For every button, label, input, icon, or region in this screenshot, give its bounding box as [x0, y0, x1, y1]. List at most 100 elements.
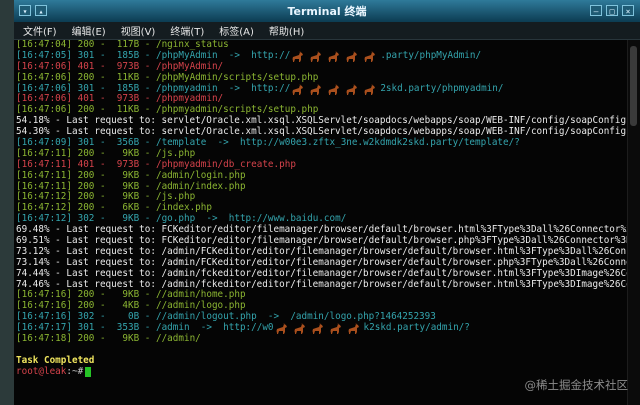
horse-emoji-icon: [326, 83, 341, 96]
log-timestamp: [16:47:12]: [16, 202, 72, 214]
log-timestamp: [16:47:12]: [16, 191, 72, 203]
log-timestamp: [16:47:06]: [16, 71, 72, 83]
menu-edit[interactable]: 编辑(E): [72, 23, 106, 38]
log-timestamp: [16:47:12]: [16, 213, 72, 225]
status-code: 200: [77, 191, 95, 203]
scrollbar-thumb[interactable]: [630, 46, 637, 126]
maximize-icon[interactable]: □: [606, 5, 618, 16]
separator: -: [139, 213, 156, 225]
separator: -: [139, 191, 156, 203]
terminal-output[interactable]: [16:47:04] 200 - 117B - /nginx_status [16…: [16, 40, 628, 405]
redirect-target-tail: k2skd.party/admin/?: [363, 322, 470, 334]
request-path: /admin/index.php: [155, 180, 246, 192]
log-timestamp: [16:47:11]: [16, 147, 72, 159]
menu-terminal[interactable]: 终端(T): [170, 23, 204, 38]
separator: -: [139, 104, 156, 116]
separator: -: [94, 180, 112, 192]
status-code: 200: [77, 104, 95, 116]
watermark-text: @稀土掘金技术社区: [524, 378, 629, 392]
log-timestamp: [16:47:11]: [16, 180, 72, 192]
progress-text: 69.51% - Last request to: FCKeditor/edit…: [16, 235, 628, 247]
request-path: /go.php -> http://www.baidu.com/: [155, 213, 347, 225]
separator: -: [94, 311, 112, 323]
separator: -: [94, 333, 112, 345]
menu-file[interactable]: 文件(F): [23, 23, 57, 38]
horse-emoji-icon: [362, 50, 377, 63]
terminal-line: root@leak:~#: [16, 365, 628, 378]
separator: -: [94, 93, 112, 105]
horse-emoji-icon: [310, 323, 325, 335]
horse-emoji-icon: [308, 83, 323, 96]
menu-help[interactable]: 帮助(H): [269, 23, 304, 38]
horse-emoji-icon: [308, 50, 323, 63]
log-timestamp: [16:47:16]: [16, 311, 72, 323]
request-path: //admin/logo.php: [155, 300, 246, 312]
log-timestamp: [16:47:06]: [16, 82, 72, 94]
log-timestamp: [16:47:11]: [16, 169, 72, 181]
response-size: 973B: [116, 60, 140, 72]
response-size: 9KB: [122, 191, 140, 203]
minimize-icon[interactable]: –: [590, 5, 602, 16]
log-timestamp: [16:47:11]: [16, 158, 72, 170]
request-path: /phpMyAdmin -> http://: [155, 49, 291, 61]
separator: -: [139, 300, 156, 312]
horse-emoji-icon: [290, 50, 305, 63]
separator: -: [139, 289, 156, 301]
response-size: 11KB: [116, 104, 140, 116]
separator: -: [139, 71, 156, 83]
progress-text: 69.48% - Last request to: FCKeditor/edit…: [16, 224, 628, 236]
response-size: 9KB: [122, 180, 140, 192]
desktop-background: [0, 0, 14, 405]
separator: -: [94, 104, 112, 116]
status-code: 401: [77, 93, 95, 105]
separator: -: [139, 93, 156, 105]
redacted-domain: [290, 50, 380, 63]
status-code: 200: [77, 180, 95, 192]
window-titlebar[interactable]: ▾ ▴ Terminal 终端 – □ ×: [14, 0, 640, 23]
separator: -: [139, 40, 156, 50]
terminal-cursor: [85, 366, 92, 377]
redirect-target-tail: 2skd.party/phpmyadmin/: [380, 82, 504, 94]
progress-text: 73.14% - Last request to: /admin/FCKedit…: [16, 256, 628, 268]
separator: -: [94, 40, 112, 50]
request-path: /admin/login.php: [155, 169, 246, 181]
status-code: 301: [77, 82, 95, 94]
horse-emoji-icon: [274, 323, 289, 335]
log-timestamp: [16:47:18]: [16, 333, 72, 345]
response-size: 9KB: [122, 213, 140, 225]
progress-text: 74.46% - Last request to: /admin/fckedit…: [16, 278, 628, 290]
separator: -: [139, 147, 156, 159]
horse-emoji-icon: [344, 50, 359, 63]
response-size: 356B: [116, 137, 140, 149]
horse-emoji-icon: [328, 323, 343, 335]
status-code: 200: [77, 333, 95, 345]
terminal-scrollbar[interactable]: [627, 40, 640, 405]
response-size: 185B: [116, 49, 140, 61]
close-icon[interactable]: ×: [622, 5, 634, 16]
separator: -: [94, 300, 112, 312]
separator: -: [94, 191, 112, 203]
status-code: 200: [77, 147, 95, 159]
status-code: 200: [77, 289, 95, 301]
progress-text: 54.30% - Last request to: servlet/Oracle…: [16, 126, 628, 138]
separator: -: [139, 333, 156, 345]
horse-emoji-icon: [290, 83, 305, 96]
status-code: 301: [77, 49, 95, 61]
menu-tabs[interactable]: 标签(A): [219, 23, 254, 38]
menu-view[interactable]: 视图(V): [121, 23, 156, 38]
redacted-domain: [274, 323, 364, 335]
horse-emoji-icon: [292, 323, 307, 335]
request-path: /phpMyAdmin/: [155, 60, 224, 72]
prompt-path: :~#: [66, 365, 84, 377]
request-path: //admin/logout.php -> /admin/logo.php?14…: [155, 311, 436, 323]
status-code: 401: [77, 60, 95, 72]
terminal-line: [16:47:18] 200 - 9KB - //admin/: [16, 333, 628, 345]
log-timestamp: [16:47:06]: [16, 60, 72, 72]
request-path: /phpMyAdmin/scripts/setup.php: [155, 71, 319, 83]
separator: -: [94, 213, 112, 225]
log-timestamp: [16:47:06]: [16, 93, 72, 105]
separator: -: [94, 158, 112, 170]
response-size: 973B: [116, 93, 140, 105]
progress-text: 73.12% - Last request to: /admin/FCKedit…: [16, 245, 628, 257]
